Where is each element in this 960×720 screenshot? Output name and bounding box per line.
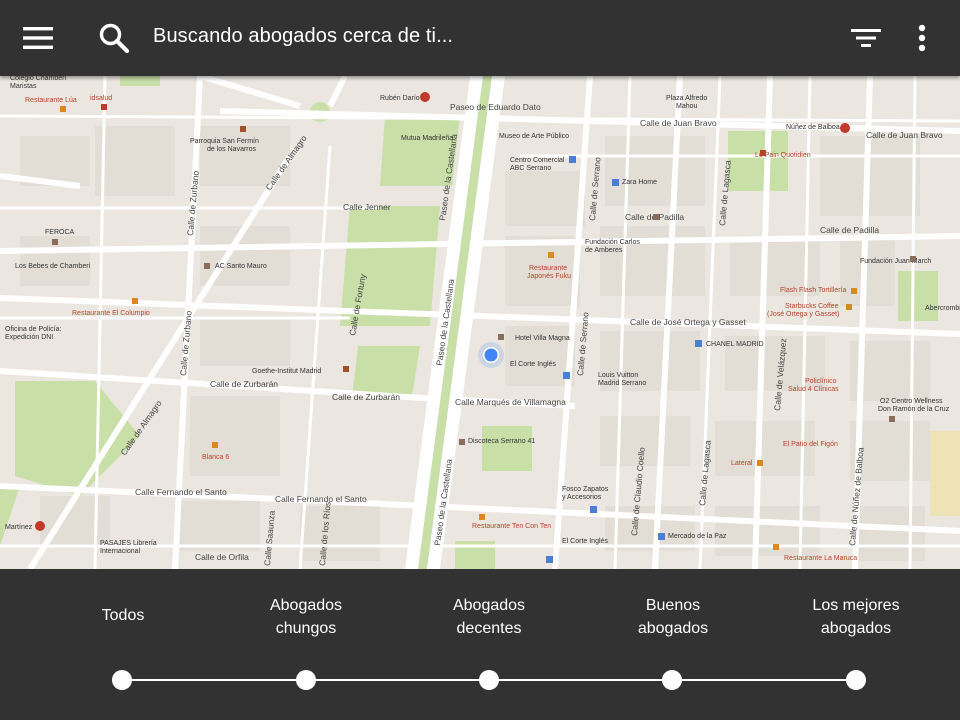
map-canvas[interactable]: Paseo de Eduardo Dato Calle de Juan Brav… — [0, 76, 960, 569]
map-view[interactable]: Paseo de Eduardo Dato Calle de Juan Brav… — [0, 76, 960, 569]
svg-text:Zara Home: Zara Home — [622, 179, 657, 186]
step-label-abogados-chungos: Abogados chungos — [269, 597, 343, 637]
svg-text:Goethe-Institut Madrid: Goethe-Institut Madrid — [252, 368, 321, 375]
svg-text:FEROCA: FEROCA — [45, 229, 75, 236]
step-dot-todos[interactable] — [112, 670, 132, 690]
svg-text:Internacional: Internacional — [100, 548, 141, 555]
svg-text:Rubén Darío: Rubén Darío — [380, 95, 420, 102]
filter-icon — [851, 29, 881, 47]
svg-text:Flash Flash Tortillería: Flash Flash Tortillería — [780, 287, 847, 294]
svg-text:Centro Comercial: Centro Comercial — [510, 157, 565, 164]
menu-button[interactable] — [16, 18, 60, 58]
search-icon — [99, 23, 130, 54]
svg-text:Restaurante Lúa: Restaurante Lúa — [25, 97, 77, 104]
svg-text:Los Bebes de Chamberí: Los Bebes de Chamberí — [15, 263, 91, 270]
svg-text:Calle de Juan Bravo: Calle de Juan Bravo — [640, 118, 717, 128]
svg-text:Colegio Chamberí: Colegio Chamberí — [10, 76, 66, 82]
svg-text:Abercrombie: Abercrombie — [925, 305, 960, 312]
svg-text:(José Ortega y Gasset): (José Ortega y Gasset) — [767, 311, 839, 318]
svg-text:Fosco Zapatos: Fosco Zapatos — [562, 486, 609, 493]
svg-text:Museo de Arte Público: Museo de Arte Público — [499, 133, 569, 140]
step-dot-abogados-chungos[interactable] — [296, 670, 316, 690]
filter-button[interactable] — [842, 18, 890, 58]
svg-text:Restaurante Ten Con Ten: Restaurante Ten Con Ten — [472, 523, 551, 530]
step-dot-abogados-decentes[interactable] — [479, 670, 499, 690]
step-dot-buenos-abogados[interactable] — [662, 670, 682, 690]
svg-text:Plaza Alfredo: Plaza Alfredo — [666, 95, 707, 102]
svg-text:CHANEL MADRID: CHANEL MADRID — [706, 341, 764, 348]
svg-text:Calle de Padilla: Calle de Padilla — [820, 225, 879, 235]
step-label-abogados-decentes: Abogados decentes — [452, 597, 526, 637]
svg-text:Mutua Madrileña: Mutua Madrileña — [401, 135, 453, 142]
svg-text:Calle de José Ortega y Gasset: Calle de José Ortega y Gasset — [630, 317, 746, 327]
svg-text:Fundación Juan March: Fundación Juan March — [860, 258, 931, 265]
svg-text:Restaurante: Restaurante — [529, 265, 567, 272]
app-screen: Buscando abogados cerca de ti... Paseo d… — [0, 0, 960, 720]
step-label-todos: Todos — [101, 607, 145, 624]
svg-text:de los Navarros: de los Navarros — [207, 146, 257, 153]
svg-text:Paseo de Eduardo Dato: Paseo de Eduardo Dato — [450, 102, 541, 112]
svg-text:Restaurante La Maruca: Restaurante La Maruca — [784, 555, 857, 562]
svg-text:Policlínico: Policlínico — [805, 378, 837, 385]
svg-text:Maristas: Maristas — [10, 83, 37, 90]
svg-text:Núñez de Balboa: Núñez de Balboa — [786, 124, 840, 131]
svg-text:PASAJES Librería: PASAJES Librería — [100, 540, 157, 547]
svg-text:Louis Vuitton: Louis Vuitton — [598, 372, 638, 379]
svg-text:El Patio del Figón: El Patio del Figón — [783, 441, 838, 448]
svg-text:Calle de Orfila: Calle de Orfila — [195, 552, 249, 562]
svg-text:Calle Marqués de Villamagna: Calle Marqués de Villamagna — [455, 397, 566, 407]
svg-text:Expedición DNI: Expedición DNI — [5, 334, 53, 341]
svg-text:Madrid Serrano: Madrid Serrano — [598, 380, 646, 387]
svg-text:Martínez: Martínez — [5, 524, 33, 531]
svg-text:Parroquia San Fermín: Parroquia San Fermín — [190, 138, 259, 145]
more-vert-icon — [918, 24, 926, 52]
app-bar: Buscando abogados cerca de ti... — [0, 0, 960, 76]
svg-text:Japonés Fuku: Japonés Fuku — [527, 273, 571, 280]
svg-text:El Corte Inglés: El Corte Inglés — [562, 538, 608, 545]
svg-text:Calle de Juan Bravo: Calle de Juan Bravo — [866, 130, 943, 140]
svg-text:idsalud: idsalud — [90, 95, 112, 102]
svg-text:Starbucks Coffee: Starbucks Coffee — [785, 303, 839, 310]
svg-text:Salud 4 Clínicas: Salud 4 Clínicas — [788, 386, 839, 393]
svg-text:Calle Fernando el Santo: Calle Fernando el Santo — [275, 494, 367, 504]
svg-text:Oficina de Policía:: Oficina de Policía: — [5, 326, 61, 333]
search-button[interactable] — [92, 16, 136, 60]
svg-text:Restaurante El Columpio: Restaurante El Columpio — [72, 310, 150, 317]
svg-text:Mahou: Mahou — [676, 103, 698, 110]
svg-text:Lateral: Lateral — [731, 460, 753, 467]
step-dot-los-mejores-abogados[interactable] — [846, 670, 866, 690]
step-label-buenos-abogados: Buenos abogados — [637, 597, 709, 637]
svg-text:ABC Serrano: ABC Serrano — [510, 165, 551, 172]
sand-area — [930, 431, 960, 516]
more-options-button[interactable] — [902, 16, 942, 60]
svg-text:Blanca 6: Blanca 6 — [202, 454, 229, 461]
svg-text:de Amberes: de Amberes — [585, 247, 623, 254]
filter-stepper: Todos Abogados chungos Abogados decentes… — [0, 569, 960, 720]
svg-text:AC Santo Mauro: AC Santo Mauro — [215, 263, 267, 270]
page-title: Buscando abogados cerca de ti... — [153, 25, 454, 47]
svg-text:Fundación Carlos: Fundación Carlos — [585, 239, 640, 246]
svg-text:Calle Fernando el Santo: Calle Fernando el Santo — [135, 487, 227, 497]
svg-text:El Corte Inglés: El Corte Inglés — [510, 361, 556, 368]
current-location-marker — [478, 342, 504, 368]
step-label-los-mejores-abogados: Los mejores abogados — [812, 597, 900, 637]
svg-text:Hotel Villa Magna: Hotel Villa Magna — [515, 335, 570, 342]
hamburger-menu-icon — [23, 27, 53, 49]
svg-text:O2 Centro Wellness: O2 Centro Wellness — [880, 398, 943, 405]
svg-text:Mercado de la Paz: Mercado de la Paz — [668, 533, 727, 540]
svg-text:Don Ramón de la Cruz: Don Ramón de la Cruz — [878, 406, 950, 413]
svg-text:y Accesorios: y Accesorios — [562, 494, 602, 501]
svg-text:Calle de Zurbarán: Calle de Zurbarán — [210, 379, 278, 389]
svg-text:Calle Jenner: Calle Jenner — [343, 202, 391, 212]
svg-text:Discoteca Serrano 41: Discoteca Serrano 41 — [468, 438, 535, 445]
svg-text:Calle de Zurbarán: Calle de Zurbarán — [332, 392, 400, 402]
